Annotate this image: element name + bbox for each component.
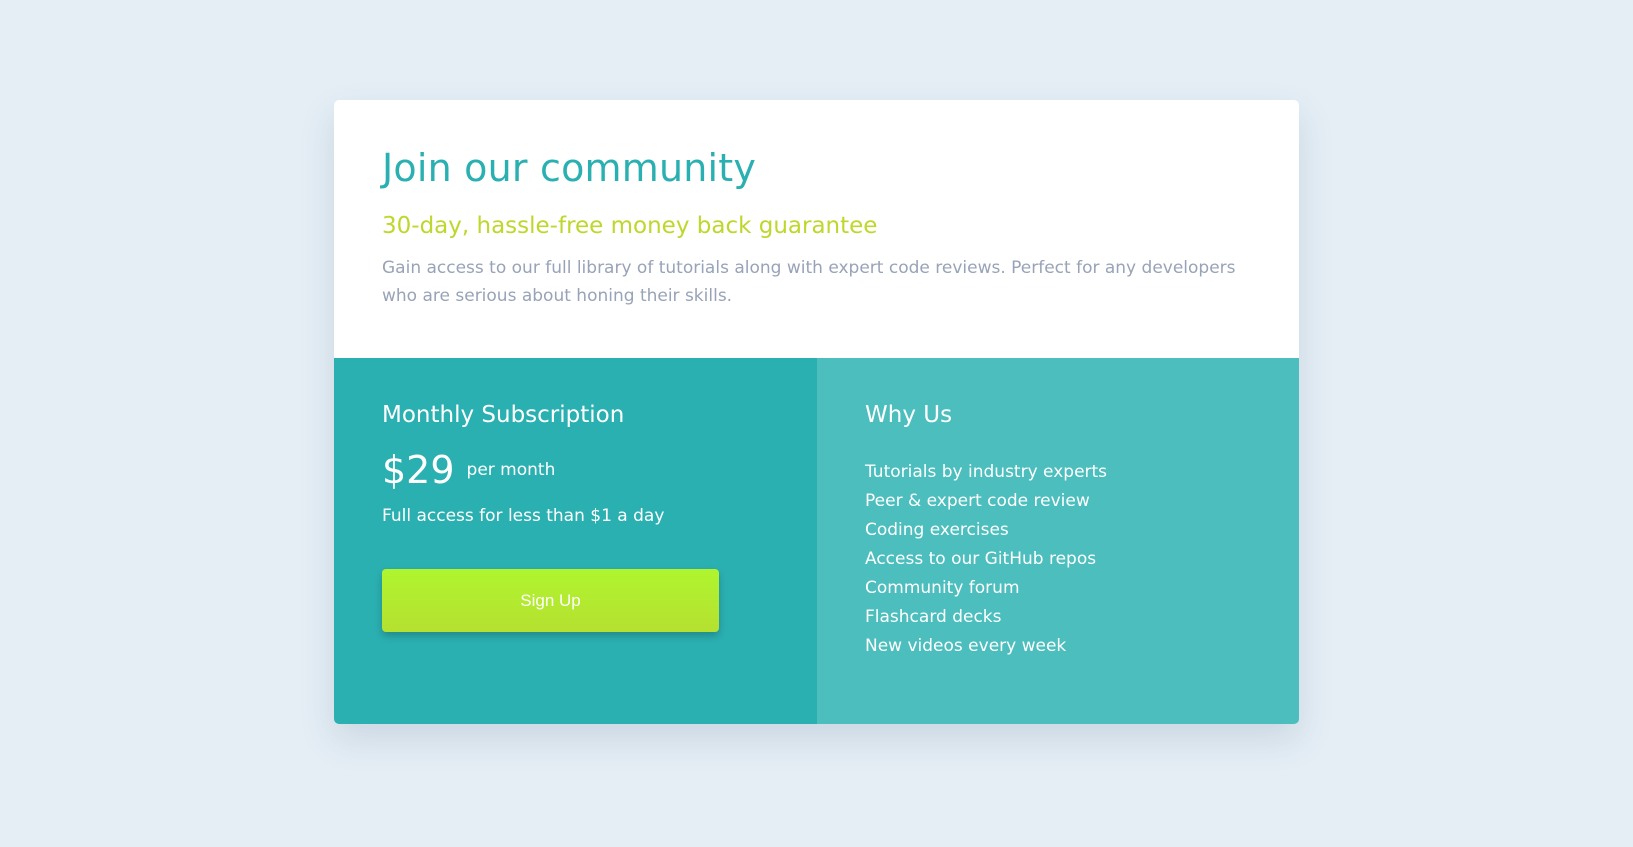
list-item: Flashcard decks xyxy=(865,607,1002,627)
why-us-list: Tutorials by industry experts Peer & exp… xyxy=(865,458,1107,661)
list-item: Tutorials by industry experts xyxy=(865,462,1108,482)
card-bottom-section: Monthly Subscription $29 per month Full … xyxy=(334,358,1299,724)
pricing-card: Join our community 30-day, hassle-free m… xyxy=(334,100,1299,724)
subscription-panel: Monthly Subscription $29 per month Full … xyxy=(334,358,817,724)
price-value: $29 xyxy=(382,448,455,492)
price-row: $29 per month xyxy=(382,450,555,490)
list-item: Peer & expert code review xyxy=(865,491,1090,511)
list-item: New videos every week xyxy=(865,636,1067,656)
page-title: Join our community xyxy=(382,146,757,190)
price-tagline: Full access for less than $1 a day xyxy=(382,506,665,526)
sign-up-button[interactable]: Sign Up xyxy=(382,569,719,632)
why-us-title: Why Us xyxy=(865,402,953,428)
why-us-panel: Why Us Tutorials by industry experts Pee… xyxy=(817,358,1299,724)
list-item: Community forum xyxy=(865,578,1020,598)
price-period: per month xyxy=(466,460,556,480)
description-text: Gain access to our full library of tutor… xyxy=(382,258,1236,306)
list-item: Access to our GitHub repos xyxy=(865,549,1097,569)
guarantee-subtitle: 30-day, hassle-free money back guarantee xyxy=(382,213,878,239)
card-header-section: Join our community 30-day, hassle-free m… xyxy=(334,100,1299,358)
subscription-title: Monthly Subscription xyxy=(382,402,625,428)
list-item: Coding exercises xyxy=(865,520,1009,540)
